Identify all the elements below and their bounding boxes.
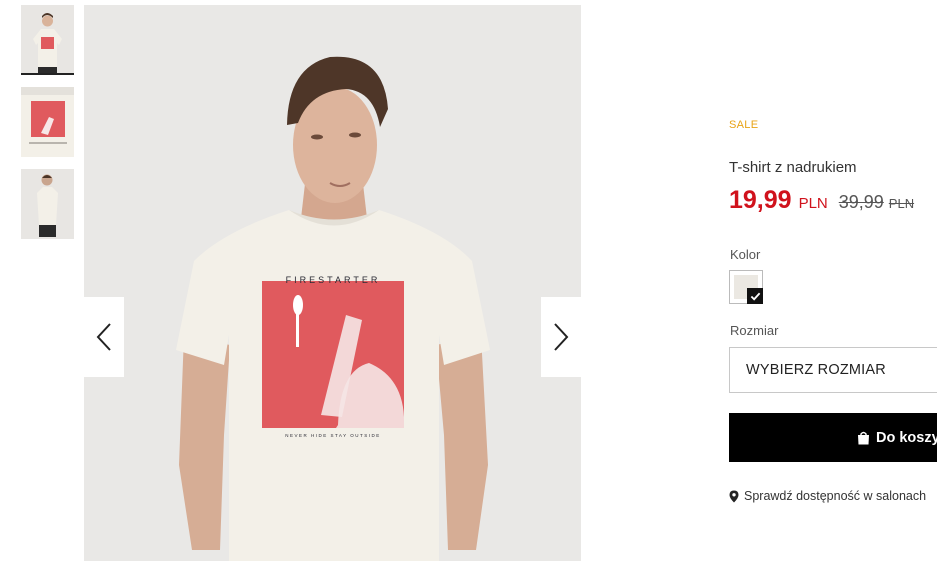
color-label: Kolor [730,247,761,262]
old-price-currency: PLN [888,196,915,211]
thumbnail-front[interactable] [21,5,74,75]
thumbnail-print-detail-image [21,87,74,157]
chevron-right-icon [554,323,569,351]
size-select-placeholder: WYBIERZ ROZMIAR [746,362,886,378]
old-price: 39,99 [838,192,884,212]
thumbnail-side-view[interactable] [21,169,74,239]
product-info: SALE T-shirt z nadrukiem 19,99 PLN 39,99… [729,0,937,561]
print-heading: FIRESTARTER [286,275,381,285]
chevron-left-icon [96,323,111,351]
size-select[interactable]: WYBIERZ ROZMIAR [729,347,937,393]
product-main-image: FIRESTARTER NEVER HIDE STAY OUTSIDE [84,5,581,561]
thumbnail-print-detail[interactable] [21,87,74,157]
current-price-currency: PLN [798,195,828,212]
map-pin-icon [729,490,739,502]
model-photo: FIRESTARTER NEVER HIDE STAY OUTSIDE [84,5,581,561]
thumbnail-active-indicator [21,73,74,75]
thumbnail-front-image [21,5,74,75]
shopping-bag-icon [858,431,869,444]
color-swatch-selected[interactable] [729,270,763,304]
checkmark-icon [747,288,763,304]
price-row: 19,99 PLN 39,99 PLN [729,186,914,215]
size-label: Rozmiar [730,323,779,338]
thumbnail-side-view-image [21,169,74,239]
sale-badge: SALE [729,119,759,131]
store-availability-text: Sprawdź dostępność w salonach [744,489,927,503]
store-availability-link[interactable]: Sprawdź dostępność w salonach [729,489,926,503]
next-image-button[interactable] [541,297,581,377]
previous-image-button[interactable] [84,297,124,377]
add-to-cart-label: Do koszy [876,429,937,446]
print-tagline: NEVER HIDE STAY OUTSIDE [285,433,381,438]
product-title: T-shirt z nadrukiem [729,159,857,176]
current-price: 19,99 [729,186,792,214]
add-to-cart-button[interactable]: Do koszy [729,413,937,462]
